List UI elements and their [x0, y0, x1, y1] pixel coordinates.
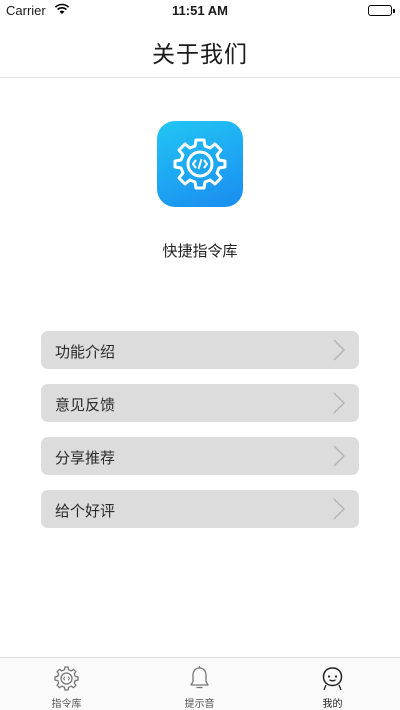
menu-item-share[interactable]: 分享推荐 — [41, 437, 359, 475]
chevron-right-icon — [333, 498, 345, 520]
navigation-bar: 关于我们 — [0, 22, 400, 78]
status-bar: Carrier 11:51 AM — [0, 0, 400, 22]
battery-icon — [368, 5, 395, 16]
menu-item-label: 分享推荐 — [55, 449, 116, 467]
chevron-right-icon — [333, 339, 345, 361]
menu-item-features[interactable]: 功能介绍 — [41, 331, 359, 369]
tab-command-library[interactable]: 指令库 — [0, 658, 133, 710]
face-icon — [322, 667, 343, 691]
page-title: 关于我们 — [152, 42, 248, 68]
menu-item-rate[interactable]: 给个好评 — [41, 490, 359, 528]
tab-label: 指令库 — [51, 699, 82, 710]
menu-item-label: 意见反馈 — [55, 396, 116, 414]
tab-label: 提示音 — [184, 699, 215, 710]
tab-mine[interactable]: 我的 — [266, 658, 399, 710]
tab-label: 我的 — [322, 699, 343, 710]
status-time: 11:51 AM — [172, 3, 228, 18]
bell-icon — [190, 666, 209, 689]
tab-notification-sounds[interactable]: 提示音 — [133, 658, 266, 710]
menu-item-label: 功能介绍 — [55, 343, 116, 361]
gear-code-icon — [54, 666, 79, 691]
chevron-right-icon — [333, 392, 345, 414]
chevron-right-icon — [333, 445, 345, 467]
tab-bar: 指令库 提示音 我的 — [0, 657, 400, 710]
menu-item-feedback[interactable]: 意见反馈 — [41, 384, 359, 422]
menu-item-label: 给个好评 — [55, 502, 116, 520]
gear-code-icon — [157, 121, 243, 207]
app-name: 快捷指令库 — [162, 242, 238, 260]
